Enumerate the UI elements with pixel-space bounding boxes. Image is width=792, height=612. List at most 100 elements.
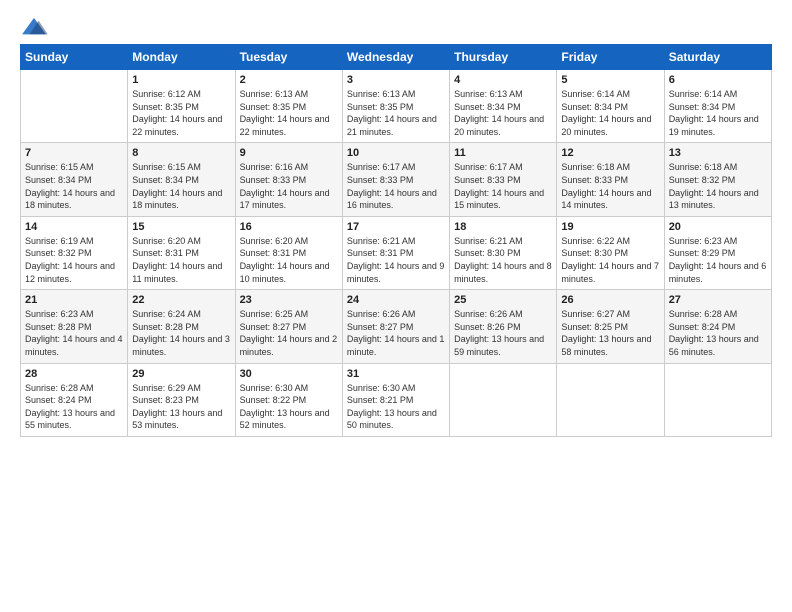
day-number: 27 — [669, 294, 767, 306]
calendar-table: SundayMondayTuesdayWednesdayThursdayFrid… — [20, 44, 772, 437]
day-number: 17 — [347, 221, 445, 233]
day-info: Sunrise: 6:21 AM Sunset: 8:30 PM Dayligh… — [454, 235, 552, 285]
day-cell: 24Sunrise: 6:26 AM Sunset: 8:27 PM Dayli… — [342, 290, 449, 363]
day-info: Sunrise: 6:13 AM Sunset: 8:34 PM Dayligh… — [454, 88, 552, 138]
day-cell: 7Sunrise: 6:15 AM Sunset: 8:34 PM Daylig… — [21, 143, 128, 216]
day-number: 22 — [132, 294, 230, 306]
day-info: Sunrise: 6:26 AM Sunset: 8:27 PM Dayligh… — [347, 308, 445, 358]
day-cell: 3 Sunrise: 6:13 AM Sunset: 8:35 PM Daylig… — [342, 70, 449, 143]
day-number: 19 — [561, 221, 659, 233]
week-row-2: 7Sunrise: 6:15 AM Sunset: 8:34 PM Daylig… — [21, 143, 772, 216]
day-number: 25 — [454, 294, 552, 306]
day-cell: 18 Sunrise: 6:21 AM Sunset: 8:30 PM Dayli… — [450, 216, 557, 289]
day-cell: 14Sunrise: 6:19 AM Sunset: 8:32 PM Dayli… — [21, 216, 128, 289]
day-cell: 23 Sunrise: 6:25 AM Sunset: 8:27 PM Dayli… — [235, 290, 342, 363]
page: SundayMondayTuesdayWednesdayThursdayFrid… — [0, 0, 792, 447]
day-number: 16 — [240, 221, 338, 233]
day-cell: 6 Sunrise: 6:14 AM Sunset: 8:34 PM Daylig… — [664, 70, 771, 143]
day-cell — [21, 70, 128, 143]
day-number: 4 — [454, 74, 552, 86]
day-number: 13 — [669, 147, 767, 159]
day-cell: 11Sunrise: 6:17 AM Sunset: 8:33 PM Dayli… — [450, 143, 557, 216]
day-info: Sunrise: 6:20 AM Sunset: 8:31 PM Dayligh… — [240, 235, 338, 285]
day-cell: 17 Sunrise: 6:21 AM Sunset: 8:31 PM Dayli… — [342, 216, 449, 289]
day-cell: 31Sunrise: 6:30 AM Sunset: 8:21 PM Dayli… — [342, 363, 449, 436]
day-info: Sunrise: 6:18 AM Sunset: 8:33 PM Dayligh… — [561, 161, 659, 211]
day-number: 3 — [347, 74, 445, 86]
day-info: Sunrise: 6:26 AM Sunset: 8:26 PM Dayligh… — [454, 308, 552, 358]
day-info: Sunrise: 6:21 AM Sunset: 8:31 PM Dayligh… — [347, 235, 445, 285]
day-info: Sunrise: 6:12 AM Sunset: 8:35 PM Dayligh… — [132, 88, 230, 138]
day-info: Sunrise: 6:27 AM Sunset: 8:25 PM Dayligh… — [561, 308, 659, 358]
day-cell: 26Sunrise: 6:27 AM Sunset: 8:25 PM Dayli… — [557, 290, 664, 363]
day-info: Sunrise: 6:24 AM Sunset: 8:28 PM Dayligh… — [132, 308, 230, 358]
day-number: 7 — [25, 147, 123, 159]
day-cell: 29 Sunrise: 6:29 AM Sunset: 8:23 PM Dayli… — [128, 363, 235, 436]
day-info: Sunrise: 6:13 AM Sunset: 8:35 PM Dayligh… — [240, 88, 338, 138]
day-cell: 13 Sunrise: 6:18 AM Sunset: 8:32 PM Dayli… — [664, 143, 771, 216]
day-cell: 27 Sunrise: 6:28 AM Sunset: 8:24 PM Dayli… — [664, 290, 771, 363]
day-number: 12 — [561, 147, 659, 159]
day-cell — [557, 363, 664, 436]
col-header-friday: Friday — [557, 45, 664, 70]
day-cell — [450, 363, 557, 436]
week-row-3: 14Sunrise: 6:19 AM Sunset: 8:32 PM Dayli… — [21, 216, 772, 289]
day-number: 30 — [240, 368, 338, 380]
day-cell: 10 Sunrise: 6:17 AM Sunset: 8:33 PM Dayli… — [342, 143, 449, 216]
day-cell: 22 Sunrise: 6:24 AM Sunset: 8:28 PM Dayli… — [128, 290, 235, 363]
day-number: 29 — [132, 368, 230, 380]
day-info: Sunrise: 6:17 AM Sunset: 8:33 PM Dayligh… — [347, 161, 445, 211]
day-info: Sunrise: 6:23 AM Sunset: 8:28 PM Dayligh… — [25, 308, 123, 358]
day-cell: 5 Sunrise: 6:14 AM Sunset: 8:34 PM Daylig… — [557, 70, 664, 143]
day-cell: 30 Sunrise: 6:30 AM Sunset: 8:22 PM Dayli… — [235, 363, 342, 436]
day-info: Sunrise: 6:13 AM Sunset: 8:35 PM Dayligh… — [347, 88, 445, 138]
logo-icon — [20, 16, 48, 38]
day-number: 6 — [669, 74, 767, 86]
col-header-thursday: Thursday — [450, 45, 557, 70]
week-row-5: 28Sunrise: 6:28 AM Sunset: 8:24 PM Dayli… — [21, 363, 772, 436]
day-cell: 15Sunrise: 6:20 AM Sunset: 8:31 PM Dayli… — [128, 216, 235, 289]
col-header-sunday: Sunday — [21, 45, 128, 70]
day-info: Sunrise: 6:28 AM Sunset: 8:24 PM Dayligh… — [669, 308, 767, 358]
day-cell — [664, 363, 771, 436]
day-number: 31 — [347, 368, 445, 380]
header-row: SundayMondayTuesdayWednesdayThursdayFrid… — [21, 45, 772, 70]
header — [20, 16, 772, 38]
day-info: Sunrise: 6:16 AM Sunset: 8:33 PM Dayligh… — [240, 161, 338, 211]
col-header-tuesday: Tuesday — [235, 45, 342, 70]
day-info: Sunrise: 6:18 AM Sunset: 8:32 PM Dayligh… — [669, 161, 767, 211]
day-number: 20 — [669, 221, 767, 233]
day-info: Sunrise: 6:28 AM Sunset: 8:24 PM Dayligh… — [25, 382, 123, 432]
day-info: Sunrise: 6:14 AM Sunset: 8:34 PM Dayligh… — [561, 88, 659, 138]
day-cell: 19 Sunrise: 6:22 AM Sunset: 8:30 PM Dayli… — [557, 216, 664, 289]
day-info: Sunrise: 6:22 AM Sunset: 8:30 PM Dayligh… — [561, 235, 659, 285]
day-cell: 9Sunrise: 6:16 AM Sunset: 8:33 PM Daylig… — [235, 143, 342, 216]
day-info: Sunrise: 6:30 AM Sunset: 8:22 PM Dayligh… — [240, 382, 338, 432]
day-cell: 25 Sunrise: 6:26 AM Sunset: 8:26 PM Dayli… — [450, 290, 557, 363]
day-number: 15 — [132, 221, 230, 233]
day-info: Sunrise: 6:29 AM Sunset: 8:23 PM Dayligh… — [132, 382, 230, 432]
day-cell: 21Sunrise: 6:23 AM Sunset: 8:28 PM Dayli… — [21, 290, 128, 363]
day-number: 5 — [561, 74, 659, 86]
week-row-4: 21Sunrise: 6:23 AM Sunset: 8:28 PM Dayli… — [21, 290, 772, 363]
day-cell: 4 Sunrise: 6:13 AM Sunset: 8:34 PM Daylig… — [450, 70, 557, 143]
day-number: 23 — [240, 294, 338, 306]
col-header-wednesday: Wednesday — [342, 45, 449, 70]
day-number: 14 — [25, 221, 123, 233]
day-number: 1 — [132, 74, 230, 86]
week-row-1: 1 Sunrise: 6:12 AM Sunset: 8:35 PM Daylig… — [21, 70, 772, 143]
day-number: 18 — [454, 221, 552, 233]
day-number: 8 — [132, 147, 230, 159]
day-info: Sunrise: 6:25 AM Sunset: 8:27 PM Dayligh… — [240, 308, 338, 358]
day-cell: 2 Sunrise: 6:13 AM Sunset: 8:35 PM Daylig… — [235, 70, 342, 143]
day-cell: 28Sunrise: 6:28 AM Sunset: 8:24 PM Dayli… — [21, 363, 128, 436]
day-info: Sunrise: 6:14 AM Sunset: 8:34 PM Dayligh… — [669, 88, 767, 138]
day-number: 11 — [454, 147, 552, 159]
day-number: 2 — [240, 74, 338, 86]
day-info: Sunrise: 6:23 AM Sunset: 8:29 PM Dayligh… — [669, 235, 767, 285]
day-cell: 20 Sunrise: 6:23 AM Sunset: 8:29 PM Dayli… — [664, 216, 771, 289]
day-number: 10 — [347, 147, 445, 159]
col-header-saturday: Saturday — [664, 45, 771, 70]
day-cell: 12 Sunrise: 6:18 AM Sunset: 8:33 PM Dayli… — [557, 143, 664, 216]
col-header-monday: Monday — [128, 45, 235, 70]
